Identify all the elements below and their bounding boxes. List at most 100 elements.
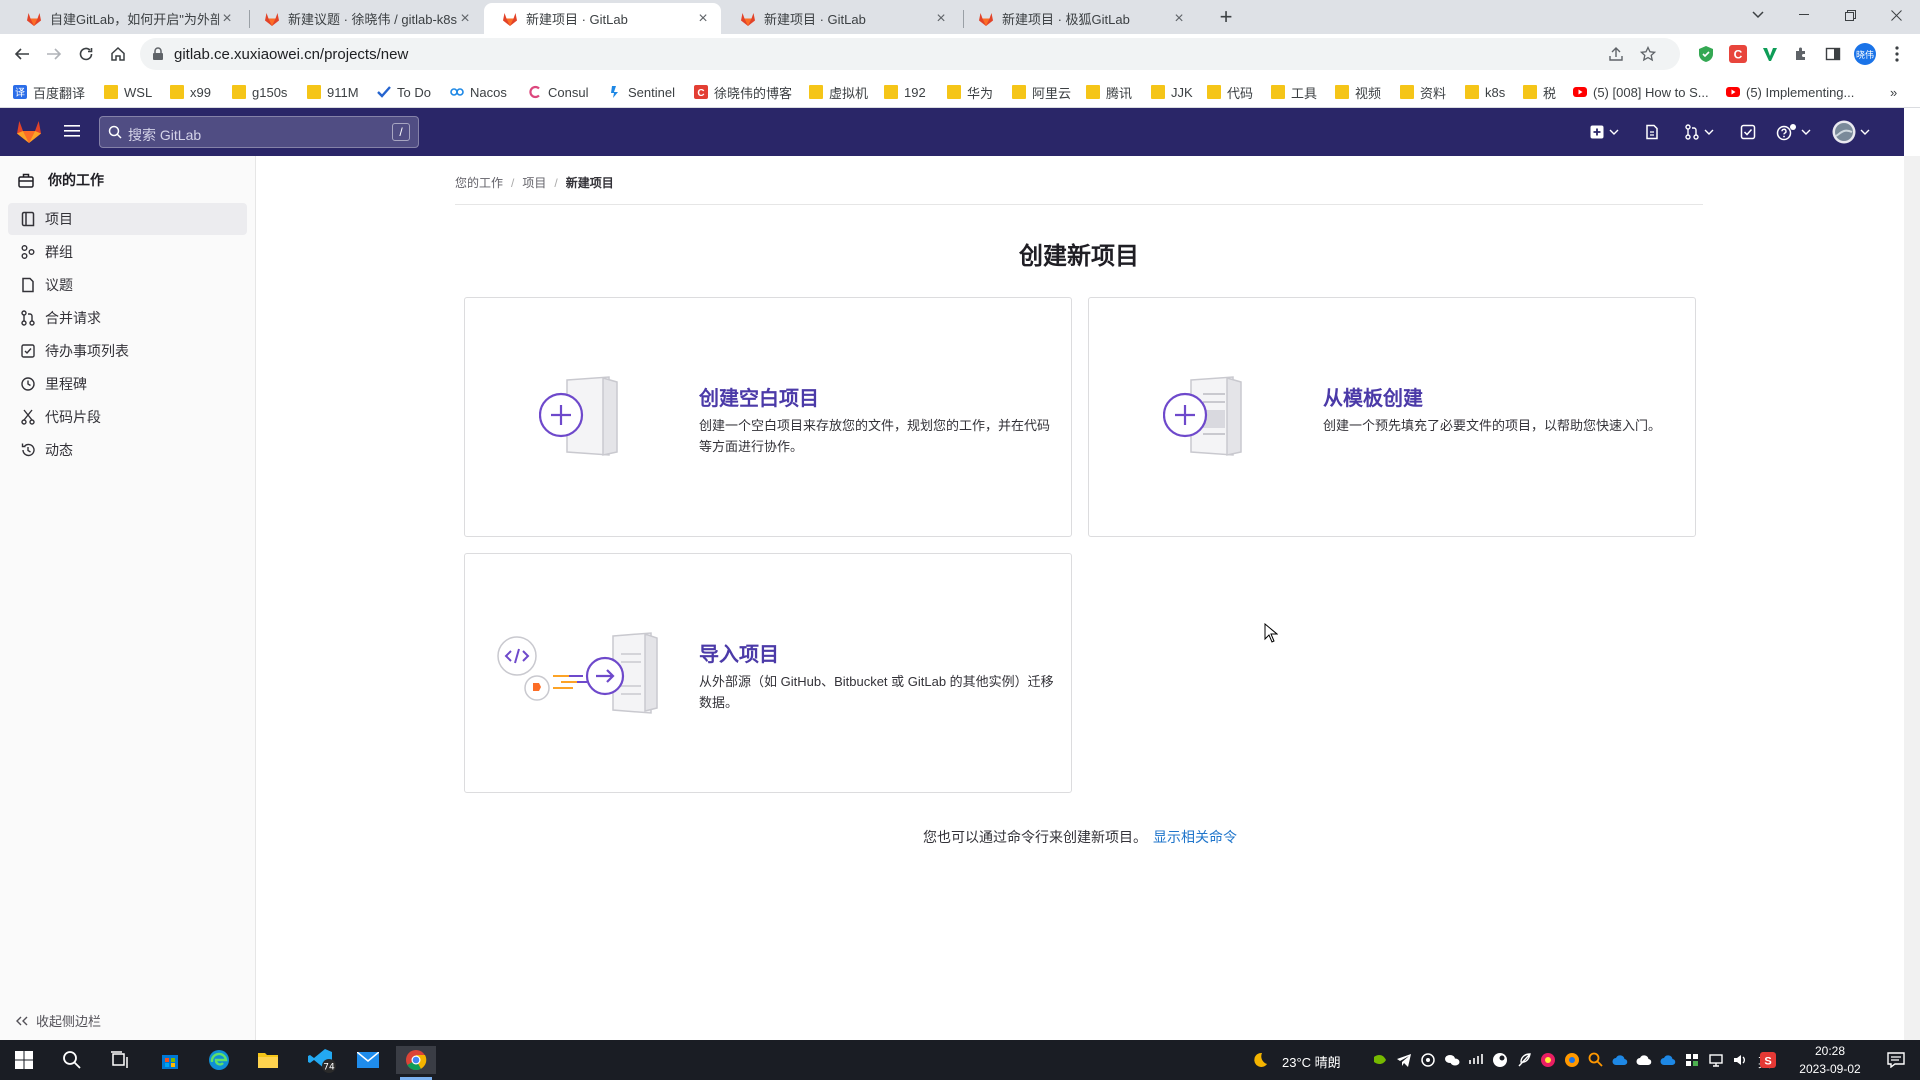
browser-tab[interactable]: 新建项目 · 极狐GitLab × — [960, 3, 1197, 34]
hamburger-menu-icon[interactable] — [64, 124, 80, 138]
c-extension-icon[interactable]: C — [1727, 43, 1749, 65]
wechat-tray-icon[interactable] — [1444, 1052, 1460, 1068]
edge-browser-icon[interactable] — [199, 1046, 239, 1074]
bookmark-folder[interactable]: 税 — [1523, 83, 1556, 101]
bookmark-folder[interactable]: x99 — [170, 83, 211, 101]
bookmark-folder[interactable]: 阿里云 — [1012, 83, 1071, 101]
mail-icon[interactable] — [348, 1046, 388, 1074]
create-from-template-card[interactable]: 从模板创建 创建一个预先填充了必要文件的项目，以帮助您快速入门。 — [1088, 297, 1696, 537]
help-nav-button[interactable] — [1776, 120, 1811, 144]
bookmark-folder[interactable]: 视频 — [1335, 83, 1381, 101]
gitlab-search-input[interactable]: 搜索 GitLab / — [99, 116, 419, 148]
close-tab-icon[interactable]: × — [933, 10, 949, 27]
reload-icon[interactable] — [74, 42, 98, 66]
share-icon[interactable] — [1608, 46, 1624, 62]
clock-time[interactable]: 20:28 — [1790, 1044, 1870, 1058]
breadcrumb-link[interactable]: 您的工作 — [455, 174, 503, 191]
close-tab-icon[interactable]: × — [695, 10, 711, 27]
browser-tab[interactable]: 新建议题 · 徐晓伟 / gitlab-k8s · × — [246, 3, 483, 34]
onedrive-tray-icon[interactable] — [1636, 1052, 1652, 1068]
bookmark-star-icon[interactable] — [1640, 46, 1656, 62]
sidebar-item-issues[interactable]: 议题 — [8, 269, 247, 301]
issues-nav-button[interactable] — [1644, 120, 1660, 144]
bookmark-item[interactable]: Consul — [528, 83, 588, 101]
bookmark-folder[interactable]: JJK — [1151, 83, 1193, 101]
clock-date[interactable]: 2023-09-02 — [1790, 1062, 1870, 1076]
sidebar-header[interactable]: 你的工作 — [18, 170, 104, 190]
sidebar-item-projects[interactable]: 项目 — [8, 203, 247, 235]
volume-tray-icon[interactable] — [1732, 1052, 1748, 1068]
bookmark-folder[interactable]: WSL — [104, 83, 152, 101]
bookmark-item[interactable]: Nacos — [450, 83, 507, 101]
side-panel-icon[interactable] — [1822, 43, 1844, 65]
bookmark-folder[interactable]: 代码 — [1207, 83, 1253, 101]
show-commands-link[interactable]: 显示相关命令 — [1153, 829, 1237, 845]
bookmark-item[interactable]: (5) [008] How to S... — [1573, 83, 1709, 101]
sidebar-item-todos[interactable]: 待办事项列表 — [8, 335, 247, 367]
back-icon[interactable] — [10, 42, 34, 66]
import-project-card[interactable]: 导入项目 从外部源（如 GitHub、Bitbucket 或 GitLab 的其… — [464, 553, 1072, 793]
chrome-icon[interactable] — [396, 1046, 436, 1074]
chrome-tray-icon[interactable] — [1564, 1052, 1580, 1068]
address-bar[interactable]: gitlab.ce.xuxiaowei.cn/projects/new — [140, 38, 1680, 70]
gear-tray-icon[interactable] — [1420, 1052, 1436, 1068]
browser-tab[interactable]: 新建项目 · GitLab × — [722, 3, 959, 34]
taskbar-search-icon[interactable] — [52, 1046, 92, 1074]
security-tray-icon[interactable] — [1684, 1052, 1700, 1068]
telegram-tray-icon[interactable] — [1396, 1052, 1412, 1068]
windows-start-icon[interactable] — [4, 1046, 44, 1074]
store-icon[interactable] — [150, 1046, 190, 1074]
bookmark-folder[interactable]: k8s — [1465, 83, 1505, 101]
cloud-tray-icon[interactable] — [1612, 1052, 1628, 1068]
shield-extension-icon[interactable] — [1695, 43, 1717, 65]
restore-icon[interactable] — [1827, 0, 1873, 30]
nvidia-tray-icon[interactable] — [1372, 1052, 1388, 1068]
bookmark-folder[interactable]: 资料 — [1400, 83, 1446, 101]
page-scrollbar[interactable] — [1904, 156, 1920, 1040]
profile-avatar[interactable]: 晓伟 — [1854, 43, 1876, 65]
file-explorer-icon[interactable] — [248, 1046, 288, 1074]
bookmark-item[interactable]: (5) Implementing... — [1726, 83, 1854, 101]
breadcrumb-link[interactable]: 项目 — [522, 174, 546, 191]
sidebar-item-merge-requests[interactable]: 合并请求 — [8, 302, 247, 334]
close-tab-icon[interactable]: × — [457, 10, 473, 27]
bookmark-folder[interactable]: 911M — [307, 83, 359, 101]
sidebar-item-milestones[interactable]: 里程碑 — [8, 368, 247, 400]
steam-tray-icon[interactable] — [1492, 1052, 1508, 1068]
browser-menu-icon[interactable] — [1886, 43, 1908, 65]
network-tray-icon[interactable] — [1708, 1052, 1724, 1068]
bookmark-folder[interactable]: 腾讯 — [1086, 83, 1132, 101]
forward-icon[interactable] — [42, 42, 66, 66]
minimize-icon[interactable] — [1781, 0, 1827, 30]
notification-center-icon[interactable] — [1876, 1046, 1916, 1074]
create-blank-project-card[interactable]: 创建空白项目 创建一个空白项目来存放您的文件，规划您的工作，并在代码等方面进行协… — [464, 297, 1072, 537]
todos-nav-button[interactable] — [1740, 120, 1756, 144]
feather-tray-icon[interactable] — [1516, 1052, 1532, 1068]
browser-tab[interactable]: 自建GitLab，如何开启"为外部合… × — [8, 3, 245, 34]
close-window-icon[interactable] — [1873, 0, 1919, 30]
sidebar-item-snippets[interactable]: 代码片段 — [8, 401, 247, 433]
bookmark-folder[interactable]: 华为 — [947, 83, 993, 101]
close-tab-icon[interactable]: × — [1171, 10, 1187, 27]
new-tab-button[interactable]: + — [1214, 6, 1238, 30]
colorful-tray-icon[interactable] — [1540, 1052, 1556, 1068]
puzzle-extensions-icon[interactable] — [1790, 43, 1812, 65]
bookmarks-overflow-icon[interactable]: » — [1890, 83, 1897, 101]
sogou-tray-icon[interactable]: S — [1760, 1052, 1776, 1068]
browser-tab-active[interactable]: 新建项目 · GitLab × — [484, 3, 721, 34]
search-tray-icon[interactable] — [1588, 1052, 1604, 1068]
bookmark-folder[interactable]: g150s — [232, 83, 287, 101]
bookmark-folder[interactable]: 虚拟机 — [809, 83, 868, 101]
breadcrumb-current[interactable]: 新建项目 — [566, 174, 614, 191]
bookmark-item[interactable]: C 徐晓伟的博客 — [694, 83, 792, 101]
bookmark-item[interactable]: Sentinel — [608, 83, 675, 101]
user-menu[interactable] — [1832, 120, 1870, 144]
bookmark-item[interactable]: 译百度翻译 — [13, 83, 85, 101]
v-extension-icon[interactable] — [1759, 43, 1781, 65]
collapse-sidebar-button[interactable]: 收起侧边栏 — [16, 1011, 101, 1030]
signal-tray-icon[interactable] — [1468, 1052, 1484, 1068]
bookmark-item[interactable]: To Do — [377, 83, 431, 101]
weather-text[interactable]: 23°C 晴朗 — [1282, 1052, 1341, 1071]
home-icon[interactable] — [106, 42, 130, 66]
close-tab-icon[interactable]: × — [219, 10, 235, 27]
